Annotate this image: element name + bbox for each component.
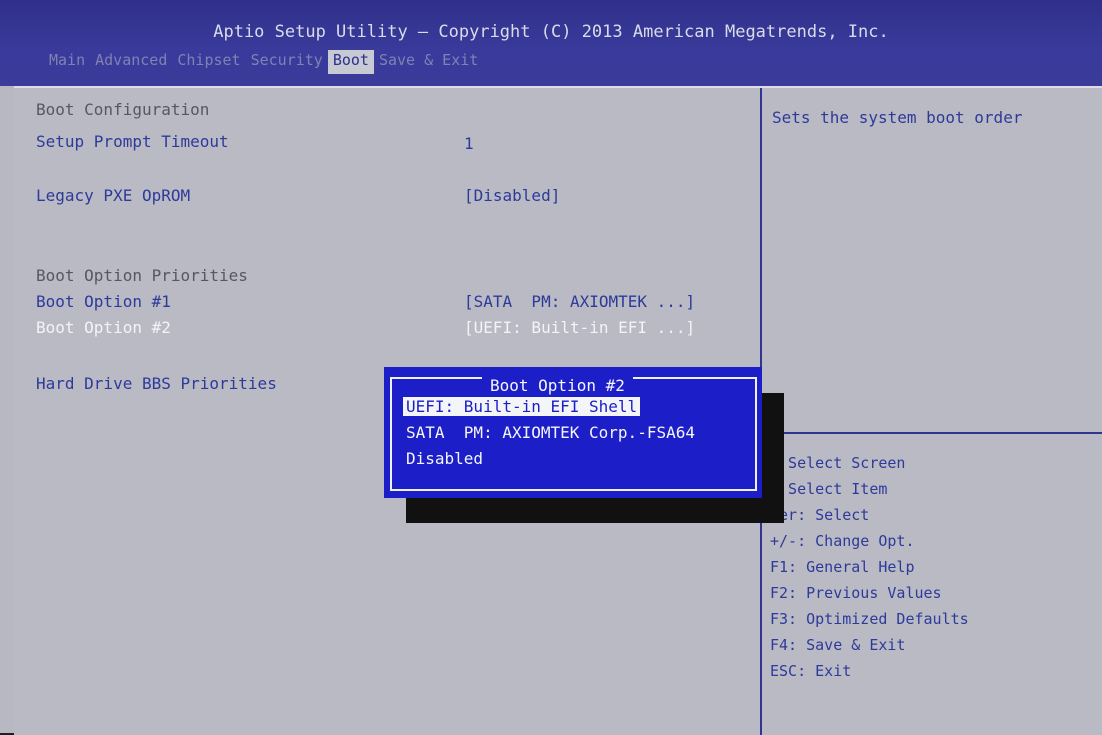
setup-prompt-timeout-value[interactable]: 1 <box>464 134 474 153</box>
boot-option-1-label[interactable]: Boot Option #1 <box>36 292 171 311</box>
popup-title: Boot Option #2 <box>482 376 633 395</box>
utility-title: Aptio Setup Utility – Copyright (C) 2013… <box>213 22 889 42</box>
key-select-screen: : Select Screen <box>770 454 906 472</box>
boot-option-1-value[interactable]: [SATA PM: AXIOMTEK ...] <box>464 292 695 311</box>
help-divider <box>762 432 1102 434</box>
key-previous-values: F2: Previous Values <box>770 584 942 602</box>
boot-option-2-value[interactable]: [UEFI: Built-in EFI ...] <box>464 318 695 337</box>
key-change-opt: +/-: Change Opt. <box>770 532 915 550</box>
boot-option-popup: Boot Option #2 UEFI: Built-in EFI Shell … <box>384 367 762 498</box>
legacy-pxe-oprom-value[interactable]: [Disabled] <box>464 186 560 205</box>
key-optimized-defaults: F3: Optimized Defaults <box>770 610 969 628</box>
setup-prompt-timeout-label[interactable]: Setup Prompt Timeout <box>36 132 229 151</box>
key-general-help: F1: General Help <box>770 558 915 576</box>
tab-security[interactable]: Security <box>246 50 328 74</box>
tab-chipset[interactable]: Chipset <box>172 50 245 74</box>
popup-frame: Boot Option #2 UEFI: Built-in EFI Shell … <box>390 376 757 491</box>
bios-screen: Aptio Setup Utility – Copyright (C) 2013… <box>0 0 1102 735</box>
hard-drive-bbs-priorities[interactable]: Hard Drive BBS Priorities <box>36 374 277 393</box>
key-esc-exit: ESC: Exit <box>770 662 852 680</box>
tab-bar: Main Advanced Chipset Security Boot Save… <box>44 50 483 74</box>
legacy-pxe-oprom-label[interactable]: Legacy PXE OpROM <box>36 186 190 205</box>
header-bar: Aptio Setup Utility – Copyright (C) 2013… <box>0 0 1102 86</box>
key-legend: : Select Screen : Select Item ter: Selec… <box>770 454 969 688</box>
popup-option-uefi-shell[interactable]: UEFI: Built-in EFI Shell <box>403 397 641 416</box>
tab-save-exit[interactable]: Save & Exit <box>374 50 483 74</box>
key-select-item: : Select Item <box>770 480 888 498</box>
tab-boot[interactable]: Boot <box>327 50 374 74</box>
popup-option-sata-axiomtek[interactable]: SATA PM: AXIOMTEK Corp.-FSA64 <box>406 423 695 442</box>
popup-option-disabled[interactable]: Disabled <box>406 449 483 468</box>
section-heading-boot-option-priorities: Boot Option Priorities <box>36 266 248 285</box>
tab-advanced[interactable]: Advanced <box>90 50 172 74</box>
section-heading-boot-configuration: Boot Configuration <box>36 100 210 119</box>
boot-option-2-label[interactable]: Boot Option #2 <box>36 318 171 337</box>
tab-main[interactable]: Main <box>44 50 90 74</box>
help-description: Sets the system boot order <box>772 108 1023 127</box>
key-enter-select: ter: Select <box>770 506 870 524</box>
key-save-exit: F4: Save & Exit <box>770 636 906 654</box>
